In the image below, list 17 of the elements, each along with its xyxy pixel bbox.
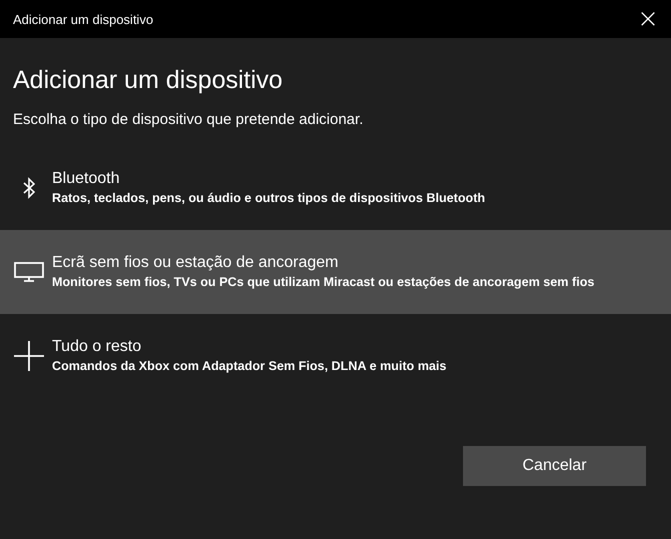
instruction-text: Escolha o tipo de dispositivo que pretende adicionar. <box>13 110 364 130</box>
close-button[interactable]: × <box>625 0 671 38</box>
monitor-icon <box>14 262 44 282</box>
device-option[interactable]: Tudo o resto Comandos da Xbox com Adaptador Sem Fios, DLNA e muito mais <box>0 314 671 398</box>
option-title: Tudo o resto <box>52 337 142 357</box>
option-title: Bluetooth <box>52 169 121 189</box>
device-option[interactable]: Bluetooth Ratos, teclados, pens, ou áudio e outros tipos de dispositivos Bluetooth <box>0 146 671 230</box>
option-description: Ratos, teclados, pens, ou áudio e outros tipos de dispositivos Bluetooth <box>52 190 486 207</box>
window-title: Adicionar um dispositivo <box>13 12 154 26</box>
option-title: Ecrã sem fios ou estação de ancoragem <box>52 253 340 273</box>
dialog-heading: Adicionar um dispositivo <box>13 65 284 96</box>
option-description: Comandos da Xbox com Adaptador Sem Fios, DLNA e muito mais <box>52 358 446 375</box>
plus-icon <box>14 341 44 371</box>
cancel-button[interactable]: Cancelar <box>463 446 646 486</box>
option-description: Monitores sem fios, TVs ou PCs que utilizam Miracast ou estações de ancoragem sem fios <box>52 274 594 291</box>
device-option[interactable]: Ecrã sem fios ou estação de ancoragem Monitores sem fios, TVs ou PCs que utilizam Miracast ou estações de ancoragem sem fios <box>0 230 671 314</box>
bluetooth-icon <box>23 177 35 199</box>
